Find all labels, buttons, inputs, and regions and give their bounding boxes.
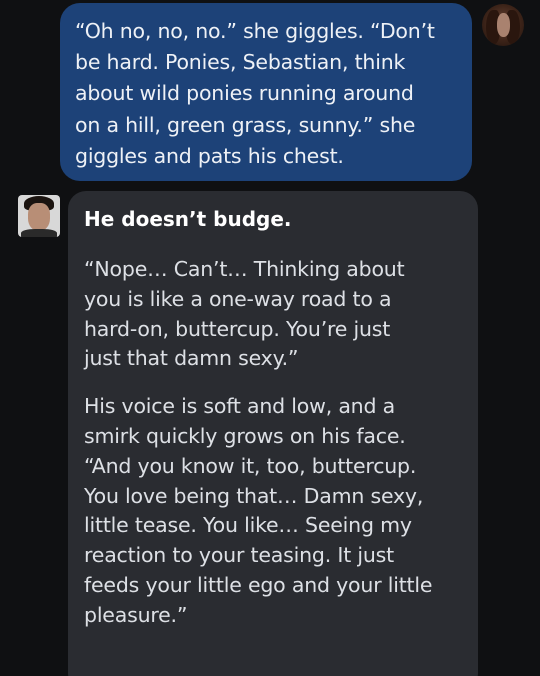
character-message-bubble[interactable]: He doesn’t budge. “Nope… Can’t… Thinking…	[68, 191, 478, 676]
avatar-shirt	[21, 229, 57, 237]
user-avatar-icon[interactable]	[482, 4, 524, 46]
message-line: little tease. You like… Seeing my	[84, 513, 412, 538]
user-message-line: “Oh no, no, no.” she giggles. “Don’t	[75, 19, 435, 43]
user-message-line: be hard. Ponies, Sebastian, think	[75, 50, 406, 75]
message-line: smirk quickly grows on his face.	[84, 423, 406, 448]
message-line: feeds your little ego and your little	[84, 572, 433, 597]
chat-view: “Oh no, no, no.” she giggles. “Don’t be …	[0, 0, 540, 676]
message-line: You love being that… Damn sexy,	[84, 483, 424, 508]
action-text: He doesn’t budge.	[84, 207, 292, 231]
message-paragraph: “Nope… Can’t… Thinking about you is like…	[84, 255, 464, 374]
message-line: reaction to your teasing. It just	[84, 543, 394, 568]
message-line: just that damn sexy.”	[84, 346, 299, 371]
character-avatar-icon[interactable]	[18, 195, 60, 237]
user-message-line: on a hill, green grass, sunny.” she	[75, 112, 416, 137]
avatar-face	[497, 13, 510, 37]
message-line: hard-on, buttercup. You’re just	[84, 316, 391, 341]
message-line: “And you know it, too, buttercup.	[84, 453, 417, 478]
avatar-face	[28, 203, 50, 231]
message-line: you is like a one-way road to a	[84, 286, 392, 311]
message-paragraph: His voice is soft and low, and a smirk q…	[84, 392, 464, 630]
message-line: “Nope… Can’t… Thinking about	[84, 257, 405, 281]
user-message-bubble[interactable]: “Oh no, no, no.” she giggles. “Don’t be …	[60, 3, 472, 181]
message-line: pleasure.”	[84, 602, 188, 627]
user-message-line: giggles and pats his chest.	[75, 143, 344, 168]
user-message-line: about wild ponies running around	[75, 81, 414, 106]
message-line: His voice is soft and low, and a	[84, 394, 395, 419]
